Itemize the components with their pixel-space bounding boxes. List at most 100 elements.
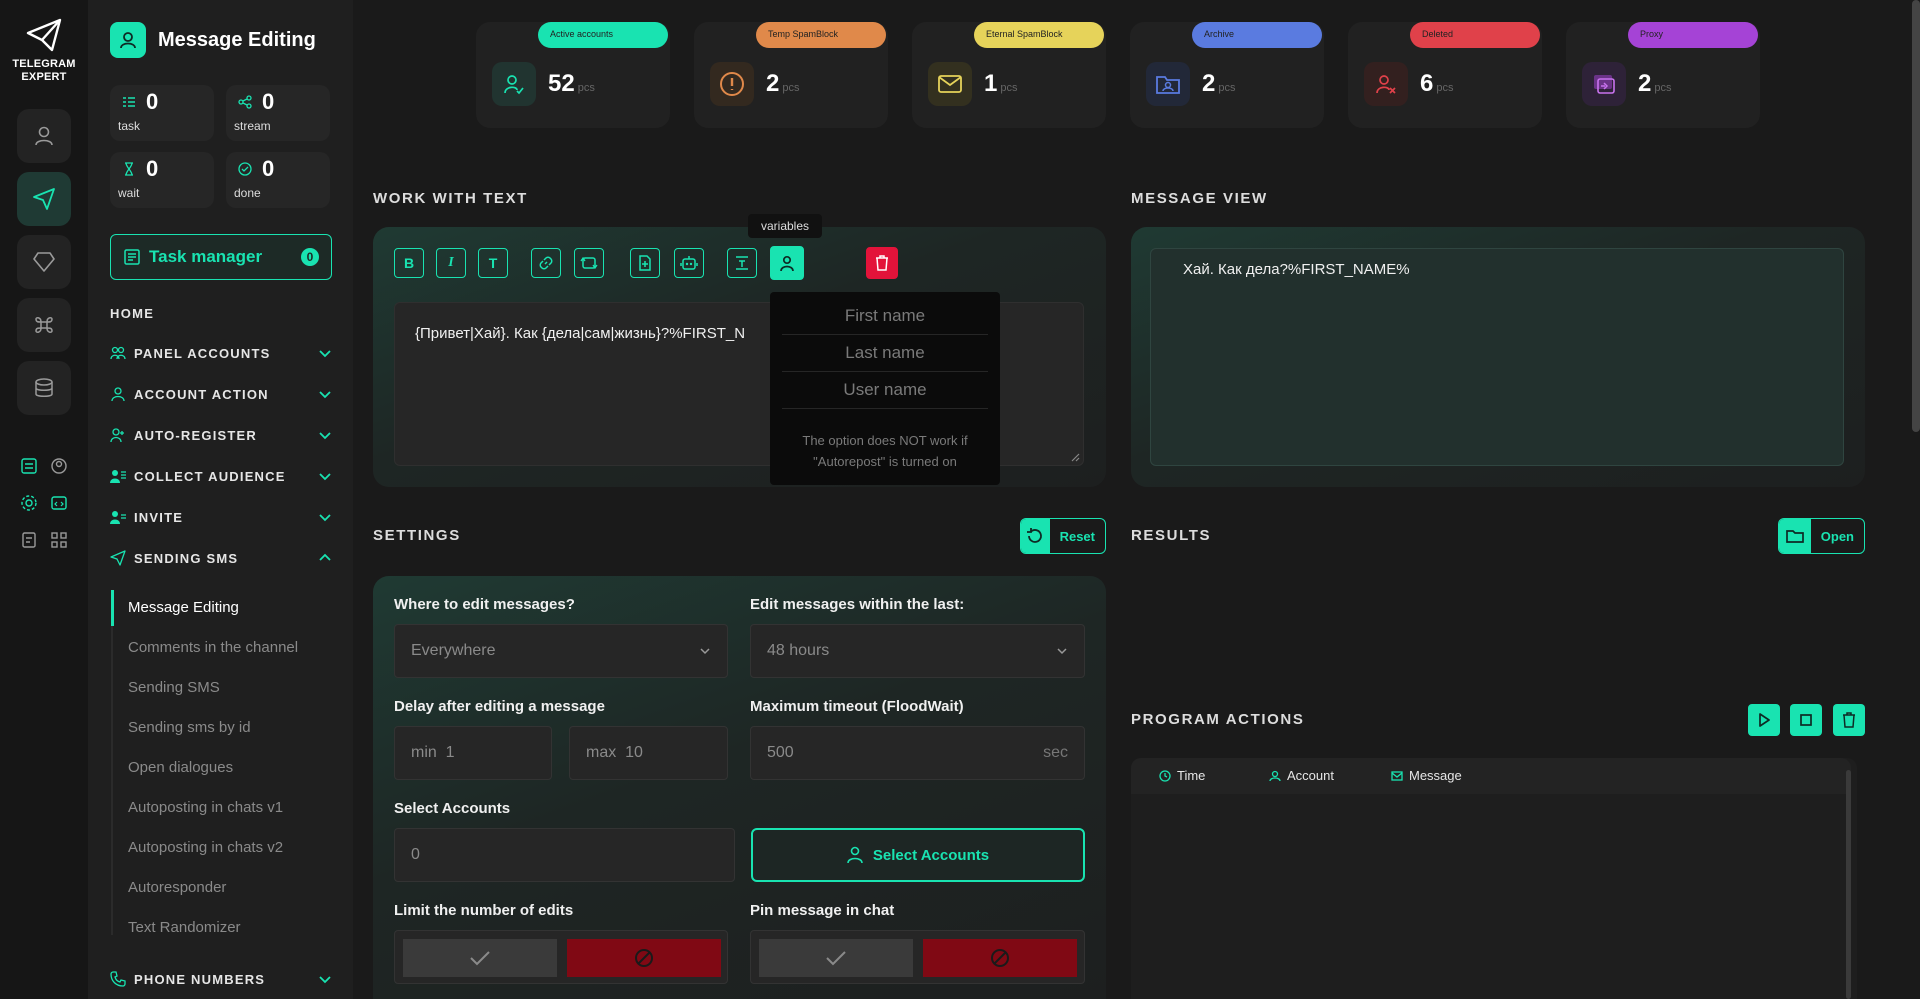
code-window-icon[interactable]: [48, 492, 70, 514]
variable-first-name[interactable]: First name: [782, 298, 988, 335]
card-temp-spamblock[interactable]: Temp SpamBlock 2 pcs: [694, 22, 888, 128]
stat-stream: 0 stream: [226, 85, 330, 141]
grid-icon[interactable]: [48, 529, 70, 551]
card-proxy[interactable]: Proxy 2 pcs: [1566, 22, 1760, 128]
resize-handle-icon[interactable]: [1070, 452, 1080, 462]
select-accounts-label: Select Accounts: [394, 800, 511, 817]
submenu-comments-channel[interactable]: Comments in the channel: [128, 639, 298, 656]
settings-gear-icon[interactable]: [18, 492, 40, 514]
user-icon: [111, 387, 125, 402]
nav-invite[interactable]: INVITE: [110, 506, 332, 528]
icon-rail: TELEGRAM EXPERT: [0, 0, 88, 999]
bold-button[interactable]: B: [394, 248, 424, 278]
limit-edits-off-button[interactable]: [567, 939, 721, 977]
nav-collect-audience[interactable]: COLLECT AUDIENCE: [110, 465, 332, 487]
rail-accounts-button[interactable]: [17, 109, 71, 163]
submenu-message-editing[interactable]: Message Editing: [128, 599, 239, 616]
rail-command-button[interactable]: [17, 298, 71, 352]
timeout-input[interactable]: 500 sec: [750, 726, 1085, 780]
limit-edits-on-button[interactable]: [403, 939, 557, 977]
delay-min-input[interactable]: min 1: [394, 726, 552, 780]
nav-phone-numbers[interactable]: PHONE NUMBERS: [110, 968, 332, 990]
pin-message-on-button[interactable]: [759, 939, 913, 977]
nav-sending-sms[interactable]: SENDING SMS: [110, 547, 332, 569]
nav-auto-register[interactable]: AUTO-REGISTER: [110, 424, 332, 446]
add-file-button[interactable]: [630, 248, 660, 278]
task-manager-button[interactable]: Task manager 0: [110, 234, 332, 280]
within-select[interactable]: 48 hours: [750, 624, 1085, 678]
log-col-time[interactable]: Time: [1159, 768, 1205, 783]
reset-button[interactable]: Reset: [1020, 518, 1106, 554]
page-title: Message Editing: [158, 28, 316, 51]
delay-min-prefix: min: [411, 744, 437, 761]
document-icon[interactable]: [18, 529, 40, 551]
submenu-autoresponder[interactable]: Autoresponder: [128, 879, 226, 896]
log-scrollbar[interactable]: [1846, 770, 1851, 999]
submenu-autoposting-v1[interactable]: Autoposting in chats v1: [128, 799, 283, 816]
app-logo[interactable]: TELEGRAM EXPERT: [10, 18, 78, 84]
limit-edits-toggle: [394, 930, 728, 984]
select-accounts-button[interactable]: Select Accounts: [751, 828, 1085, 882]
card-value: 2 pcs: [1202, 70, 1235, 98]
delay-max-input[interactable]: max 10: [569, 726, 728, 780]
link-button[interactable]: [531, 248, 561, 278]
mail-blocked-icon: [928, 62, 972, 106]
italic-button[interactable]: I: [436, 248, 466, 278]
text-format-button[interactable]: T: [478, 248, 508, 278]
card-active-accounts[interactable]: Active accounts 52 pcs: [476, 22, 670, 128]
sidebar-header: Message Editing: [110, 22, 316, 58]
pin-message-off-button[interactable]: [923, 939, 1077, 977]
checkmark-icon: [470, 951, 490, 966]
nav-panel-accounts[interactable]: PANEL ACCOUNTS: [110, 342, 332, 364]
user-icon: [1269, 770, 1281, 781]
submenu-text-randomizer[interactable]: Text Randomizer: [128, 919, 241, 936]
page-scrollbar[interactable]: [1912, 0, 1920, 432]
start-button[interactable]: [1748, 704, 1780, 736]
clear-text-button[interactable]: [866, 247, 898, 279]
nav-account-action[interactable]: ACCOUNT ACTION: [110, 383, 332, 405]
repost-button[interactable]: [574, 248, 604, 278]
chevron-down-icon: [319, 514, 331, 522]
card-eternal-spamblock[interactable]: Eternal SpamBlock 1 pcs: [912, 22, 1106, 128]
mail-icon: [1391, 770, 1403, 781]
tasks-list-icon[interactable]: [18, 455, 40, 477]
stop-button[interactable]: [1790, 704, 1822, 736]
text-icon: T: [488, 255, 498, 271]
pin-message-toggle: [750, 930, 1085, 984]
card-label: Eternal SpamBlock: [974, 22, 1104, 48]
nav-home[interactable]: HOME: [110, 306, 154, 321]
log-col-account-label: Account: [1287, 768, 1334, 783]
log-col-account[interactable]: Account: [1269, 768, 1334, 783]
clear-log-button[interactable]: [1833, 704, 1865, 736]
template-button[interactable]: [727, 248, 757, 278]
submenu-sending-sms[interactable]: Sending SMS: [128, 679, 220, 696]
link-icon: [539, 256, 553, 270]
variable-last-name[interactable]: Last name: [782, 335, 988, 372]
timeout-label: Maximum timeout (FloodWait): [750, 698, 964, 715]
submenu-autoposting-v2[interactable]: Autoposting in chats v2: [128, 839, 283, 856]
card-deleted[interactable]: Deleted 6 pcs: [1348, 22, 1542, 128]
open-results-button[interactable]: Open: [1778, 518, 1865, 554]
variable-user-name[interactable]: User name: [782, 372, 988, 409]
limit-edits-label: Limit the number of edits: [394, 902, 574, 919]
rail-database-button[interactable]: [17, 361, 71, 415]
delay-max-value: 10: [625, 744, 643, 761]
where-select[interactable]: Everywhere: [394, 624, 728, 678]
rail-diamond-button[interactable]: [17, 235, 71, 289]
card-value: 1 pcs: [984, 70, 1017, 98]
logo-text-line2: EXPERT: [21, 71, 67, 83]
task-icon: [123, 97, 135, 107]
log-col-message[interactable]: Message: [1391, 768, 1462, 783]
chevron-down-icon: [700, 648, 710, 655]
profile-badge-icon[interactable]: [48, 455, 70, 477]
card-archive[interactable]: Archive 2 pcs: [1130, 22, 1324, 128]
submenu-open-dialogues[interactable]: Open dialogues: [128, 759, 233, 776]
bot-button[interactable]: [674, 248, 704, 278]
repost-icon: [580, 256, 598, 270]
timeout-unit: sec: [1043, 744, 1068, 761]
variables-button[interactable]: [770, 246, 804, 280]
rail-send-button[interactable]: [17, 172, 71, 226]
task-manager-count: 0: [301, 248, 319, 266]
submenu-sending-sms-by-id[interactable]: Sending sms by id: [128, 719, 251, 736]
bold-icon: B: [403, 255, 415, 271]
